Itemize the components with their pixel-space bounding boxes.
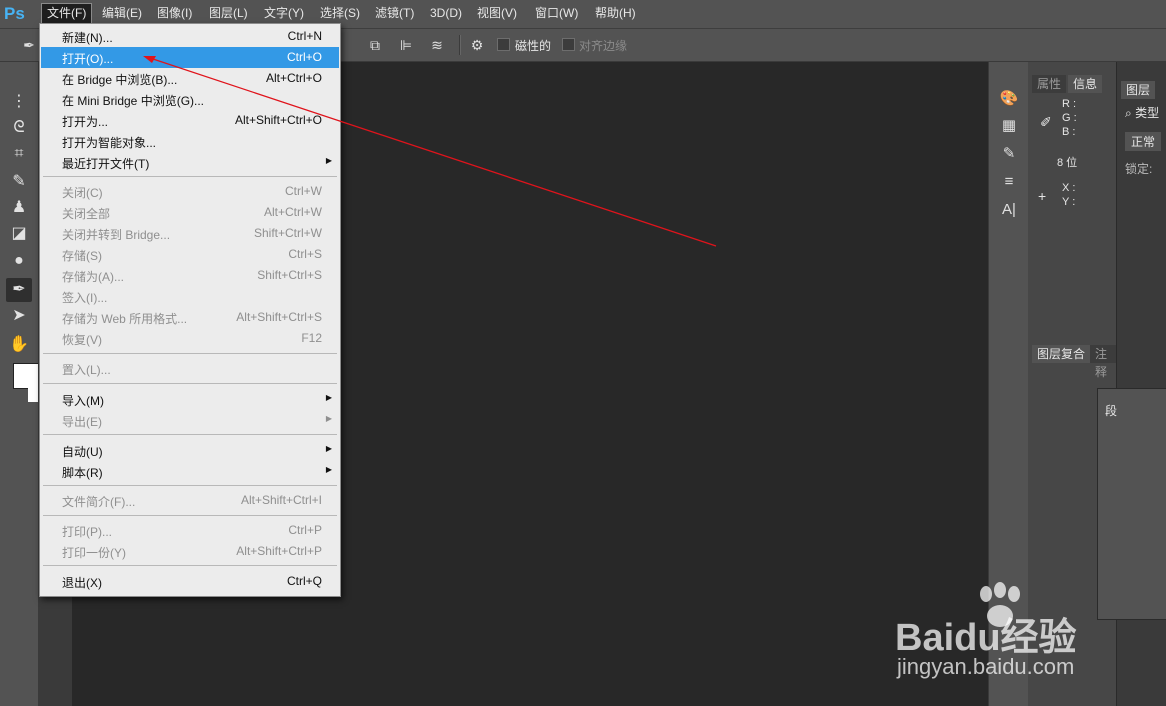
menu-browse-in-bridge[interactable]: 在 Bridge 中浏览(B)... Alt+Ctrl+O: [41, 68, 339, 89]
baidu-jingyan-watermark: Baidu经验 jingyan.baidu.com: [895, 580, 1125, 690]
menu-save-for-web[interactable]: 存储为 Web 所用格式... Alt+Shift+Ctrl+S: [41, 307, 339, 328]
menu-window[interactable]: 窗口(W): [530, 4, 583, 23]
info-x: X :: [1062, 182, 1076, 194]
pen-tool-icon[interactable]: ✒: [6, 278, 32, 302]
tab-info[interactable]: 信息: [1068, 75, 1103, 93]
tab-notes[interactable]: 注释: [1090, 345, 1116, 379]
watermark-url: jingyan.baidu.com: [897, 654, 1075, 679]
menu-image[interactable]: 图像(I): [152, 4, 197, 23]
submenu-arrow-icon: ▶: [325, 393, 332, 402]
menu-open-as-smart-object[interactable]: 打开为智能对象...: [41, 131, 339, 152]
lock-label: 锁定:: [1125, 162, 1153, 176]
menu-separator: [43, 515, 337, 516]
submenu-arrow-icon: ▶: [325, 414, 332, 423]
menu-type[interactable]: 文字(Y): [259, 4, 309, 23]
path-arrangement-icon[interactable]: ≋: [428, 36, 446, 54]
info-g: G :: [1062, 112, 1077, 124]
menu-export[interactable]: 导出(E) ▶: [41, 410, 339, 431]
menu-place[interactable]: 置入(L)...: [41, 358, 339, 379]
menu-scripts[interactable]: 脚本(R) ▶: [41, 461, 339, 482]
tab-layer-comps[interactable]: 图层复合: [1032, 345, 1091, 363]
gear-icon[interactable]: ⚙: [468, 36, 486, 54]
menu-save[interactable]: 存储(S) Ctrl+S: [41, 244, 339, 265]
pen-tool-preset-icon[interactable]: ✒: [20, 36, 38, 54]
menu-exit[interactable]: 退出(X) Ctrl+Q: [41, 571, 339, 592]
path-alignment-icon[interactable]: ⊫: [397, 36, 415, 54]
menu-automate[interactable]: 自动(U) ▶: [41, 440, 339, 461]
eraser-tool-icon[interactable]: ◪: [6, 222, 32, 246]
align-edges-label: 对齐边缘: [579, 39, 628, 53]
magnetic-label: 磁性的: [515, 39, 552, 53]
menu-separator: [43, 434, 337, 435]
foreground-color-swatch[interactable]: [13, 363, 39, 389]
menu-edit[interactable]: 编辑(E): [97, 4, 147, 23]
menu-close[interactable]: 关闭(C) Ctrl+W: [41, 181, 339, 202]
marquee-tool-icon[interactable]: ⋮: [6, 90, 32, 114]
magnetic-checkbox[interactable]: [497, 38, 510, 51]
crop-tool-icon[interactable]: ⌗: [6, 142, 32, 166]
brush-settings-icon[interactable]: ≡: [997, 171, 1021, 193]
submenu-arrow-icon: ▶: [325, 465, 332, 474]
menu-view[interactable]: 视图(V): [472, 4, 522, 23]
file-menu-dropdown: 新建(N)... Ctrl+N 打开(O)... Ctrl+O 在 Bridge 中…: [39, 23, 341, 597]
menu-filter[interactable]: 滤镜(T): [370, 4, 419, 23]
menu-open[interactable]: 打开(O)... Ctrl+O: [41, 47, 339, 68]
lasso-tool-icon[interactable]: ᘓ: [6, 116, 32, 140]
submenu-arrow-icon: ▶: [325, 156, 332, 165]
hand-tool-icon[interactable]: ✋: [6, 333, 32, 357]
menu-revert[interactable]: 恢复(V) F12: [41, 328, 339, 349]
menu-close-all[interactable]: 关闭全部 Alt+Ctrl+W: [41, 202, 339, 223]
tab-properties[interactable]: 属性: [1032, 75, 1067, 93]
path-selection-icon[interactable]: ➤: [6, 304, 32, 328]
layer-filter-search[interactable]: ⌕ 类型: [1125, 104, 1159, 121]
align-edges-checkbox[interactable]: [562, 38, 575, 51]
menu-open-recent[interactable]: 最近打开文件(T) ▶: [41, 152, 339, 173]
blend-mode-select[interactable]: 正常: [1125, 132, 1162, 151]
toolbar-divider: [459, 35, 461, 55]
brush-icon[interactable]: ✎: [997, 143, 1021, 165]
info-b: B :: [1062, 126, 1076, 138]
menu-3d[interactable]: 3D(D): [425, 4, 467, 23]
menu-save-as[interactable]: 存储为(A)... Shift+Ctrl+S: [41, 265, 339, 286]
menu-separator: [43, 353, 337, 354]
menu-import[interactable]: 导入(M) ▶: [41, 389, 339, 410]
menu-file[interactable]: 文件(F): [41, 3, 93, 24]
layer-filter-type: 类型: [1135, 106, 1160, 120]
menu-separator: [43, 383, 337, 384]
photoshop-logo: Ps: [4, 4, 25, 23]
menu-print-one-copy[interactable]: 打印一份(Y) Alt+Shift+Ctrl+P: [41, 541, 339, 562]
menu-print[interactable]: 打印(P)... Ctrl+P: [41, 520, 339, 541]
menu-separator: [43, 565, 337, 566]
menu-help[interactable]: 帮助(H): [590, 4, 641, 23]
paragraph-panel-label: 段: [1105, 404, 1118, 418]
menu-close-and-go-to-bridge[interactable]: 关闭并转到 Bridge... Shift+Ctrl+W: [41, 223, 339, 244]
info-r: R :: [1062, 98, 1077, 110]
color-palette-icon[interactable]: 🎨: [997, 88, 1021, 110]
blur-tool-icon[interactable]: ●: [6, 249, 32, 273]
submenu-arrow-icon: ▶: [325, 444, 332, 453]
background-color-swatch[interactable]: [28, 388, 38, 402]
eyedropper-icon: ✐: [1040, 114, 1052, 130]
info-y: Y :: [1062, 196, 1076, 208]
swatches-grid-icon[interactable]: ▦: [997, 115, 1021, 137]
clone-stamp-icon[interactable]: ♟: [6, 196, 32, 220]
menu-open-as[interactable]: 打开为... Alt+Shift+Ctrl+O: [41, 110, 339, 131]
menu-separator: [43, 176, 337, 177]
info-bit-depth: 8 位: [1057, 157, 1078, 169]
crosshair-icon: +: [1038, 188, 1047, 204]
menu-separator: [43, 485, 337, 486]
menu-layer[interactable]: 图层(L): [204, 4, 253, 23]
healing-brush-icon[interactable]: ✎: [6, 170, 32, 194]
menu-select[interactable]: 选择(S): [315, 4, 365, 23]
menu-browse-in-mini-bridge[interactable]: 在 Mini Bridge 中浏览(G)...: [41, 89, 339, 110]
path-operations-icon[interactable]: ⧉: [366, 36, 384, 54]
menu-check-in[interactable]: 签入(I)...: [41, 286, 339, 307]
tab-layers[interactable]: 图层: [1121, 81, 1156, 99]
menu-file-info[interactable]: 文件简介(F)... Alt+Shift+Ctrl+I: [41, 490, 339, 511]
watermark-brand: Baidu经验: [895, 617, 1077, 659]
character-icon[interactable]: A|: [997, 199, 1021, 221]
menu-new[interactable]: 新建(N)... Ctrl+N: [41, 26, 339, 47]
